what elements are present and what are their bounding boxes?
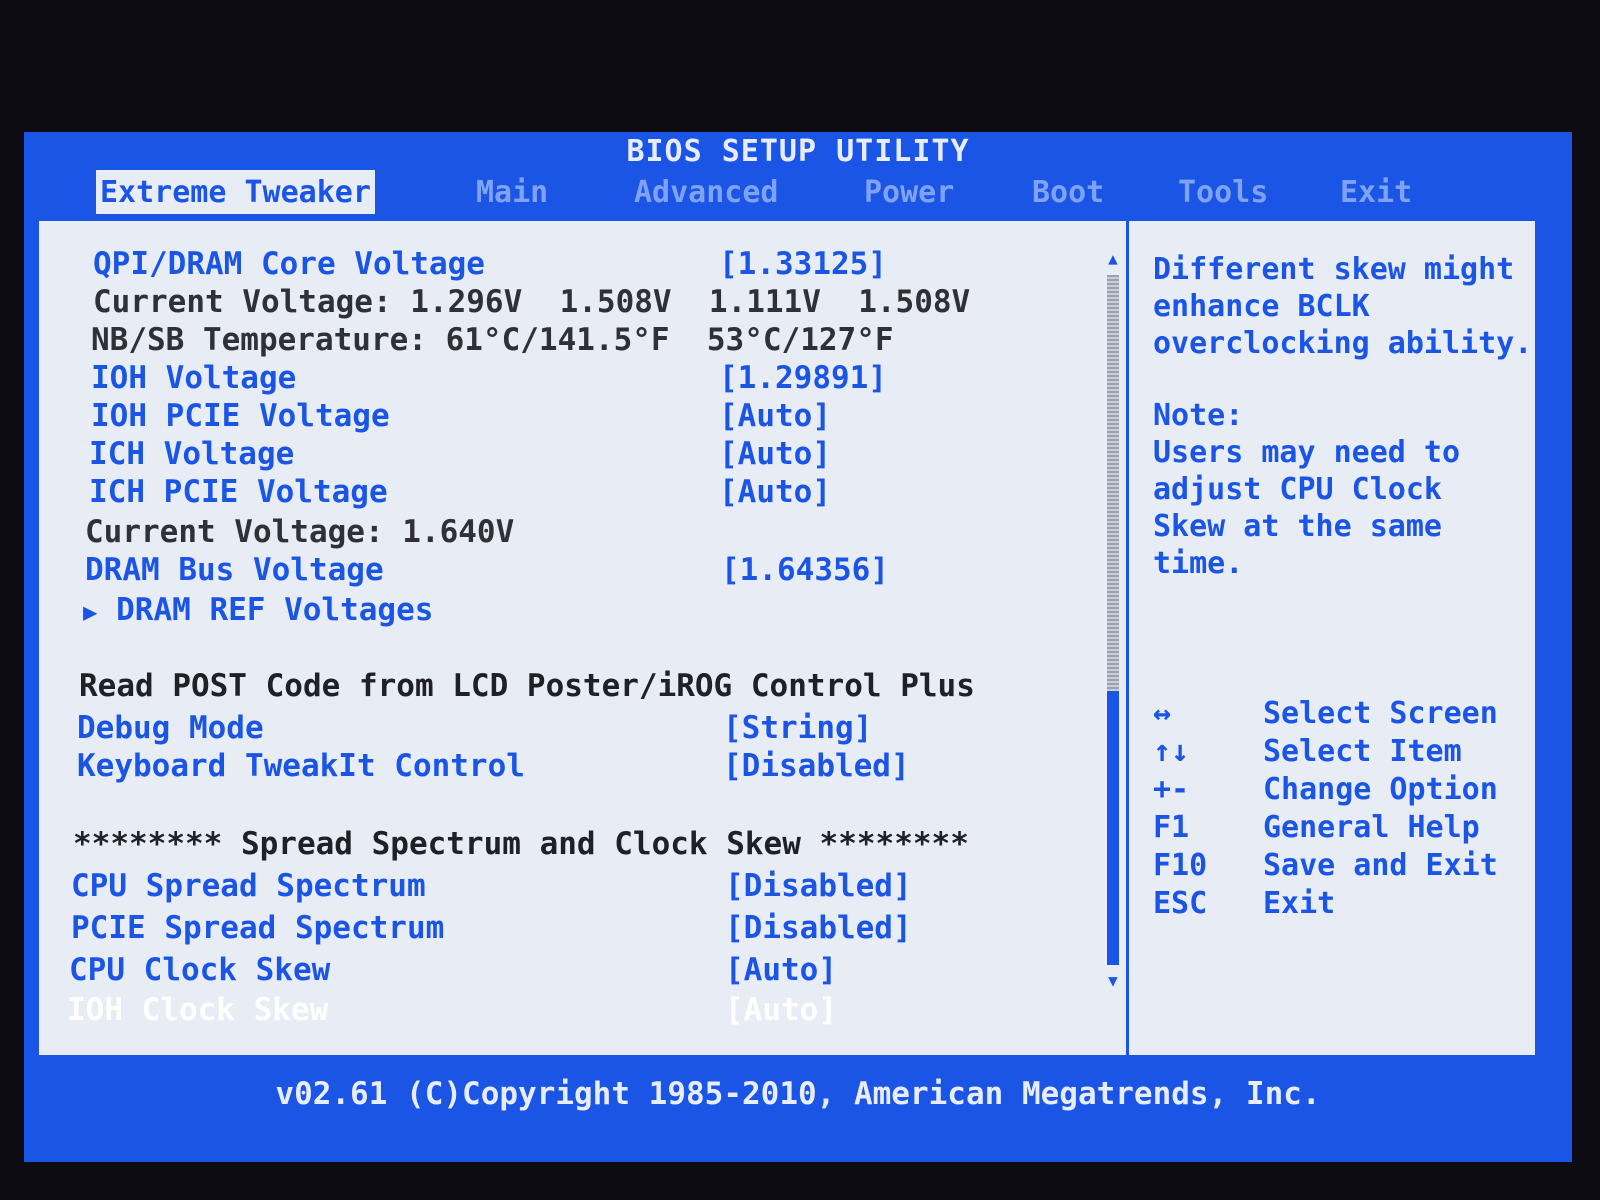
up-down-arrow-icon: ↑↓	[1153, 734, 1190, 769]
main-panel: QPI/DRAM Core Voltage [1.33125] Current …	[36, 218, 1538, 1058]
qpi-dram-core-voltage-value[interactable]: [1.33125]	[719, 245, 887, 283]
submenu-arrow-icon: ▶	[83, 598, 98, 626]
read-post-code-heading: Read POST Code from LCD Poster/iROG Cont…	[79, 668, 975, 704]
scroll-down-arrow-icon[interactable]: ▼	[1105, 973, 1121, 989]
pcie-spread-spectrum-value[interactable]: [Disabled]	[725, 909, 912, 947]
tab-tools[interactable]: Tools	[1178, 170, 1268, 214]
scroll-up-arrow-icon[interactable]: ▲	[1105, 251, 1121, 267]
ioh-clock-skew-value[interactable]: [Auto]	[725, 991, 837, 1029]
cpu-clock-skew-label[interactable]: CPU Clock Skew	[69, 951, 330, 989]
dram-bus-voltage-value[interactable]: [1.64356]	[721, 551, 889, 589]
cpu-spread-spectrum-label[interactable]: CPU Spread Spectrum	[71, 867, 426, 905]
help-panel: Different skew might enhance BCLK overcl…	[1129, 221, 1535, 1055]
cpu-clock-skew-value[interactable]: [Auto]	[725, 951, 837, 989]
cpu-spread-spectrum-value[interactable]: [Disabled]	[725, 867, 912, 905]
ioh-pcie-voltage-value[interactable]: [Auto]	[719, 397, 831, 435]
ich-voltage-label[interactable]: ICH Voltage	[89, 435, 294, 473]
ioh-pcie-voltage-label[interactable]: IOH PCIE Voltage	[91, 397, 390, 435]
help-note-title: Note:	[1153, 398, 1244, 433]
key-hint-general-help: F1 General Help	[1153, 810, 1480, 845]
tab-main[interactable]: Main	[476, 170, 548, 214]
ich-pcie-voltage-value[interactable]: [Auto]	[719, 473, 831, 511]
qpi-dram-core-voltage-label[interactable]: QPI/DRAM Core Voltage	[93, 245, 485, 283]
copyright-footer: v02.61 (C)Copyright 1985-2010, American …	[275, 1076, 1321, 1112]
left-right-arrow-icon: ↔	[1153, 696, 1172, 731]
key-hint-exit: ESC Exit	[1153, 886, 1336, 921]
tab-boot[interactable]: Boot	[1032, 170, 1104, 214]
key-hint-select-screen: ↔ Select Screen	[1153, 696, 1498, 731]
ich-voltage-value[interactable]: [Auto]	[719, 435, 831, 473]
settings-scrollbar[interactable]: ▲ ▼	[1105, 251, 1121, 991]
dram-bus-voltage-label[interactable]: DRAM Bus Voltage	[85, 551, 384, 589]
tab-exit[interactable]: Exit	[1340, 170, 1412, 214]
dram-ref-voltages-submenu[interactable]: ▶ DRAM REF Voltages	[83, 591, 433, 631]
nb-sb-temperature-readout: NB/SB Temperature: 61°C/141.5°F 53°C/127…	[91, 322, 894, 358]
help-note-line-3: Skew at the same	[1153, 509, 1442, 544]
pcie-spread-spectrum-label[interactable]: PCIE Spread Spectrum	[71, 909, 444, 947]
key-hint-save-exit: F10 Save and Exit	[1153, 848, 1498, 883]
help-line-2: enhance BCLK	[1153, 289, 1370, 324]
debug-mode-value[interactable]: [String]	[723, 709, 872, 747]
plus-minus-key: +-	[1153, 772, 1190, 807]
f10-key: F10	[1153, 848, 1208, 883]
help-line-3: overclocking ability.	[1153, 326, 1533, 361]
ioh-voltage-label[interactable]: IOH Voltage	[91, 359, 296, 397]
help-note-line-1: Users may need to	[1153, 435, 1461, 470]
current-voltage-ich-readout: Current Voltage: 1.640V	[85, 514, 515, 550]
scroll-thumb[interactable]	[1107, 691, 1119, 965]
ioh-clock-skew-label[interactable]: IOH Clock Skew	[67, 991, 328, 1029]
tab-extreme-tweaker[interactable]: Extreme Tweaker	[96, 170, 375, 214]
ioh-voltage-value[interactable]: [1.29891]	[719, 359, 887, 397]
tab-power[interactable]: Power	[864, 170, 954, 214]
ich-pcie-voltage-label[interactable]: ICH PCIE Voltage	[89, 473, 388, 511]
current-voltage-readout: Current Voltage: 1.296V 1.508V 1.111V 1.…	[93, 284, 971, 320]
settings-panel: QPI/DRAM Core Voltage [1.33125] Current …	[39, 221, 1129, 1055]
menu-bar: Extreme Tweaker Main Advanced Power Boot…	[24, 170, 1572, 214]
f1-key: F1	[1153, 810, 1190, 845]
help-line-1: Different skew might	[1153, 252, 1515, 287]
keyboard-tweakit-control-label[interactable]: Keyboard TweakIt Control	[77, 747, 525, 785]
key-hint-select-item: ↑↓ Select Item	[1153, 734, 1462, 769]
bios-title: BIOS SETUP UTILITY	[626, 134, 970, 169]
spread-spectrum-heading: ******** Spread Spectrum and Clock Skew …	[73, 826, 969, 862]
esc-key: ESC	[1153, 886, 1208, 921]
tab-advanced[interactable]: Advanced	[634, 170, 779, 214]
key-hint-change-option: +- Change Option	[1153, 772, 1498, 807]
keyboard-tweakit-control-value[interactable]: [Disabled]	[723, 747, 910, 785]
bios-screen: BIOS SETUP UTILITY Extreme Tweaker Main …	[24, 132, 1572, 1162]
help-note-line-2: adjust CPU Clock	[1153, 472, 1442, 507]
dram-ref-voltages-label: DRAM REF Voltages	[116, 592, 434, 628]
help-note-line-4: time.	[1153, 546, 1244, 581]
debug-mode-label[interactable]: Debug Mode	[77, 709, 264, 747]
